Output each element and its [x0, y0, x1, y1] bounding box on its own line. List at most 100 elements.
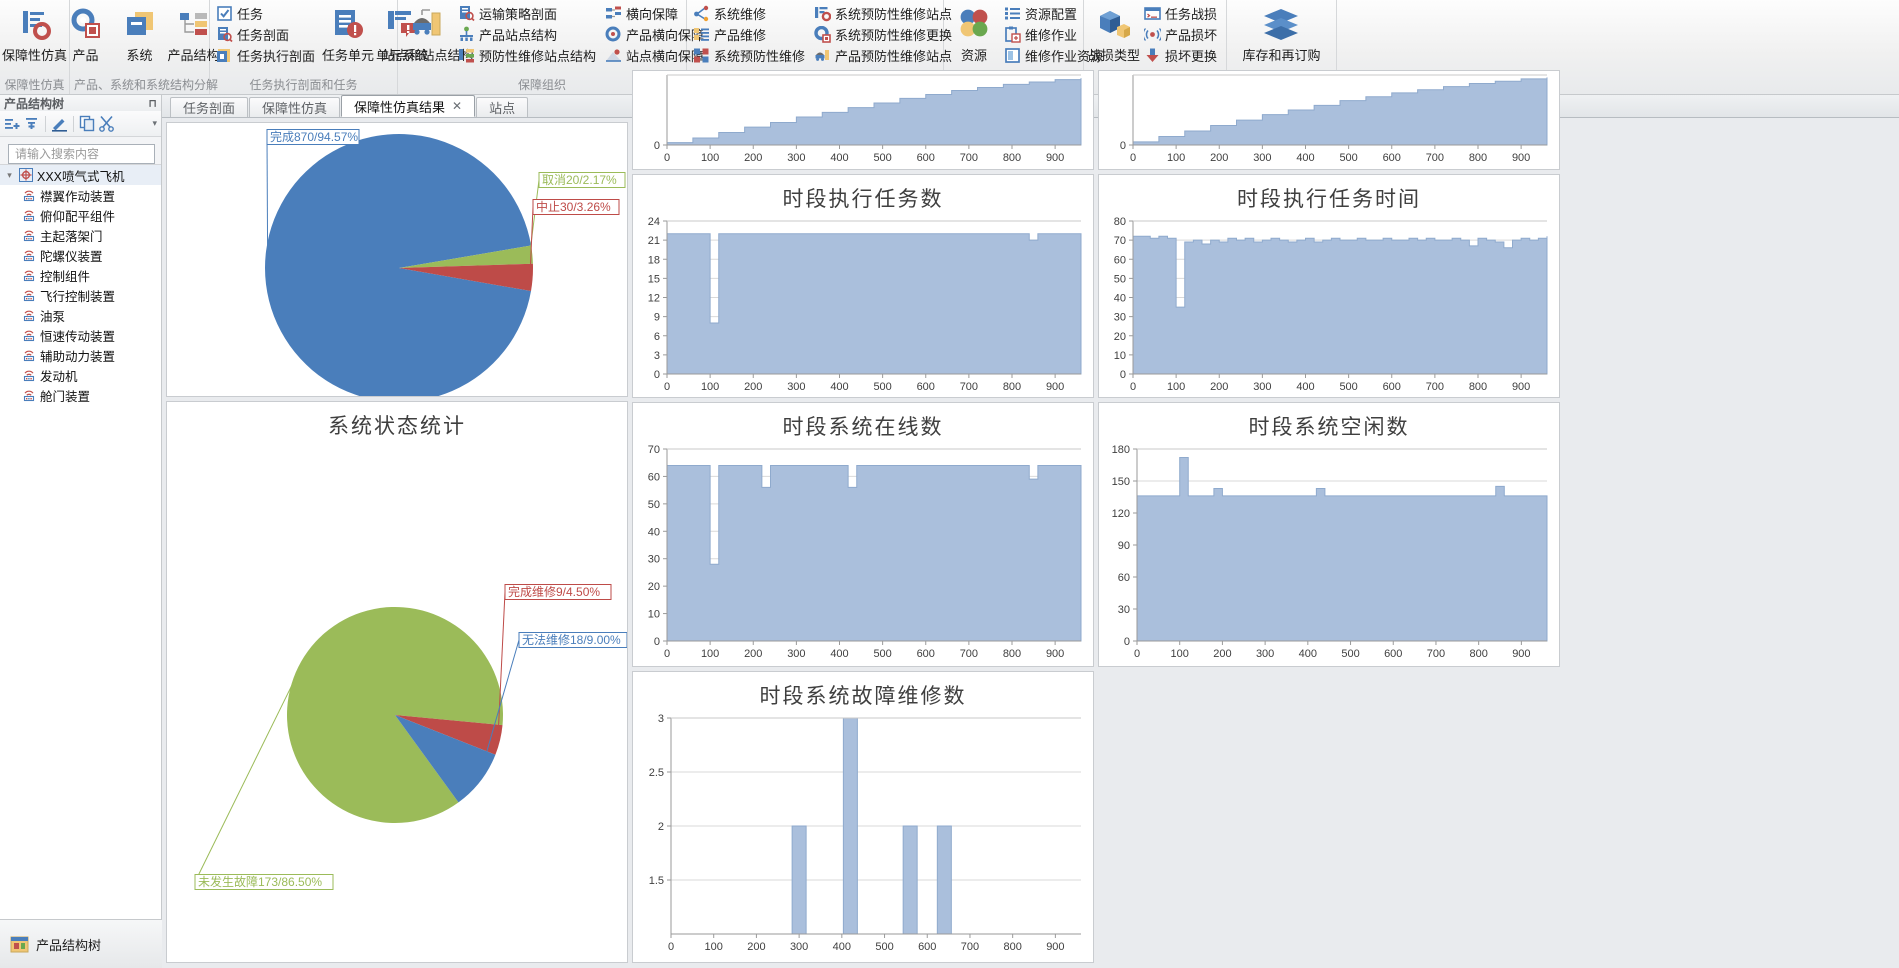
x-tick-label: 500: [873, 152, 891, 164]
edit-icon[interactable]: [51, 115, 68, 132]
ribbon-button-renwu-zhixing-poumian[interactable]: 任务执行剖面: [214, 45, 320, 66]
panel-footer[interactable]: 产品结构树: [0, 919, 162, 968]
tree-item[interactable]: 油泵: [0, 305, 161, 325]
tree-item-label: 飞行控制装置: [40, 289, 116, 304]
copy-icon[interactable]: [79, 115, 96, 132]
ribbon-button-renwu-zhansun[interactable]: 任务战损: [1142, 3, 1222, 24]
tree-item-label: 发动机: [40, 369, 78, 384]
x-tick-label: 800: [1003, 648, 1021, 660]
close-icon[interactable]: ✕: [452, 99, 462, 113]
repair-job-resource-icon: [1004, 47, 1021, 64]
x-tick-label: 400: [1296, 152, 1314, 164]
x-tick-label: 500: [1339, 381, 1357, 393]
ribbon-button-chanpin-sunhuai[interactable]: 产品损坏: [1142, 24, 1222, 45]
pin-icon[interactable]: ⊓: [148, 97, 157, 110]
y-tick-label: 60: [1118, 572, 1130, 584]
cut-icon[interactable]: [98, 115, 115, 132]
task-unit-icon: [331, 4, 365, 44]
ribbon-button-sunhuai-genghuan[interactable]: 损坏更换: [1142, 45, 1222, 66]
card-task-time-per-period: 时段执行任务时间 0 10 20 30 40 50 60 70 80 0 100 200 300 400 5…: [1098, 174, 1560, 398]
ribbon-button-yufangxing-weixiu-zhandian-jiegou[interactable]: 预防性维修站点结构: [456, 45, 601, 66]
ribbon-button-kucun-zaidinggou[interactable]: 库存和再订购: [1235, 2, 1327, 64]
ribbon-button-chanpin-weixiu[interactable]: 产品维修: [691, 24, 810, 45]
product-damage-icon: [1144, 26, 1161, 43]
x-tick-label: 600: [1383, 152, 1401, 164]
tab-item[interactable]: 保障性仿真: [249, 97, 341, 117]
card-tasks-per-period: 时段执行任务数 0 3 6 9 12 15 18 21 24 0 100 200 300 400 500 60…: [632, 174, 1094, 398]
tree-item[interactable]: 飞行控制装置: [0, 285, 161, 305]
ribbon-button-renwu[interactable]: 任务: [214, 3, 320, 24]
ribbon-button-label: 库存和再订购: [1242, 48, 1321, 63]
ribbon-button-xitong-yufangxing-weixiu-genghuan[interactable]: 系统预防性维修更换: [812, 24, 957, 45]
ribbon-button-zhansun-leixing[interactable]: 战损类型: [1088, 2, 1140, 64]
ribbon-button-xitong-weixiu[interactable]: 系统维修: [691, 3, 810, 24]
y-tick-label: 0: [654, 140, 660, 152]
system-preventive-station-icon: [814, 5, 832, 22]
more-icon[interactable]: ▾: [152, 118, 157, 129]
bar: [902, 825, 918, 935]
ribbon-button-chanpin-yufangxing-weixiu-zhandian[interactable]: 产品预防性维修站点: [812, 45, 957, 66]
chart-title-task-time-per-period: 时段执行任务时间: [1237, 187, 1421, 211]
y-tick-label: 6: [654, 331, 660, 343]
x-tick-label: 400: [833, 941, 851, 953]
x-tick-label: 500: [875, 941, 893, 953]
task-exec-profile-icon: [216, 47, 233, 64]
component-icon: [22, 228, 36, 242]
x-tick-label: 100: [1171, 648, 1189, 660]
search-input[interactable]: [13, 146, 172, 162]
y-tick-label: 90: [1118, 540, 1130, 552]
x-tick-label: 900: [1512, 648, 1530, 660]
ribbon-button-renwu-danyuan[interactable]: 任务单元: [322, 2, 374, 64]
ribbon-button-chanpin[interactable]: 产品: [60, 2, 112, 64]
tree-item[interactable]: 俯仰配平组件: [0, 205, 161, 225]
ribbon-button-renwu-poumian[interactable]: 任务剖面: [214, 24, 320, 45]
tab-active[interactable]: 保障性仿真结果 ✕: [341, 95, 476, 117]
station-lateral-icon: [605, 47, 622, 64]
ribbon-button-ziyuan[interactable]: 资源: [948, 2, 1000, 64]
card-top-left-cumulative: 0 0 100 200 300 400 500 600 700 800 900: [632, 70, 1094, 170]
tree-root-node[interactable]: ▾ XXX喷气式飞机: [0, 165, 161, 185]
tree-item[interactable]: 恒速传动装置: [0, 325, 161, 345]
ribbon-button-chanpin-zhandian-jiegou[interactable]: 产品站点结构: [456, 24, 601, 45]
ribbon-button-zhandian-jiegou[interactable]: 站点和站点结构: [383, 2, 474, 64]
product-structure-tree[interactable]: ▾ XXX喷气式飞机 襟翼作动装置俯仰配平组件 主起落架门陀螺仪装置 控制组件飞行控…: [0, 164, 161, 919]
tab-item[interactable]: 站点: [476, 97, 529, 117]
tree-item[interactable]: 发动机: [0, 365, 161, 385]
station-structure-icon: [410, 4, 446, 44]
panel-title: 产品结构树: [4, 96, 65, 111]
tree-item[interactable]: 舱门装置: [0, 385, 161, 405]
tab-label: 站点: [489, 101, 516, 116]
toolbar-separator: [73, 115, 74, 132]
tree-item-label: 陀螺仪装置: [40, 249, 103, 264]
tree-item[interactable]: 陀螺仪装置: [0, 245, 161, 265]
tree-item-label: 恒速传动装置: [40, 329, 116, 344]
y-tick-label: 150: [1112, 476, 1130, 488]
ribbon-group-label: 任务执行剖面和任务: [249, 78, 358, 92]
component-icon: [22, 328, 36, 342]
add-child-icon[interactable]: [23, 115, 40, 132]
add-sibling-icon[interactable]: [4, 115, 21, 132]
tab-item[interactable]: 任务剖面: [170, 97, 249, 117]
ribbon-button-label: 产品预防性维修站点: [835, 49, 953, 64]
x-tick-label: 100: [701, 152, 719, 164]
tree-item[interactable]: 控制组件: [0, 265, 161, 285]
tree-item[interactable]: 襟翼作动装置: [0, 185, 161, 205]
x-tick-label: 200: [747, 941, 765, 953]
ribbon-button-baozhangxing-fangzhen[interactable]: 保障性仿真: [2, 2, 67, 64]
ribbon-button-xitong-yufangxing-weixiu-zhandian[interactable]: 系统预防性维修站点: [812, 3, 957, 24]
ribbon-button-xitong[interactable]: 系统: [114, 2, 166, 64]
expand-collapse-icon[interactable]: ▾: [4, 170, 15, 181]
product-structure-panel: 产品结构树 ⊓ ▾ ▾ ▾ XXX喷气式飞机: [0, 95, 176, 968]
y-tick-label: 50: [648, 499, 660, 511]
x-tick-label: 200: [1210, 152, 1228, 164]
y-tick-label: 20: [1114, 331, 1126, 343]
x-tick-label: 500: [1339, 152, 1357, 164]
tree-item-label: 俯仰配平组件: [40, 209, 116, 224]
tree-item[interactable]: 辅助动力装置: [0, 345, 161, 365]
tree-item[interactable]: 主起落架门: [0, 225, 161, 245]
search-box[interactable]: ▾: [8, 144, 176, 164]
x-tick-label: 100: [701, 381, 719, 393]
ribbon-button-xitong-yufangxing-weixiu[interactable]: 系统预防性维修: [691, 45, 810, 66]
ribbon-button-label: 产品维修: [714, 28, 767, 43]
ribbon-button-yunshu-celue-poumian[interactable]: 运输策略剖面: [456, 3, 601, 24]
